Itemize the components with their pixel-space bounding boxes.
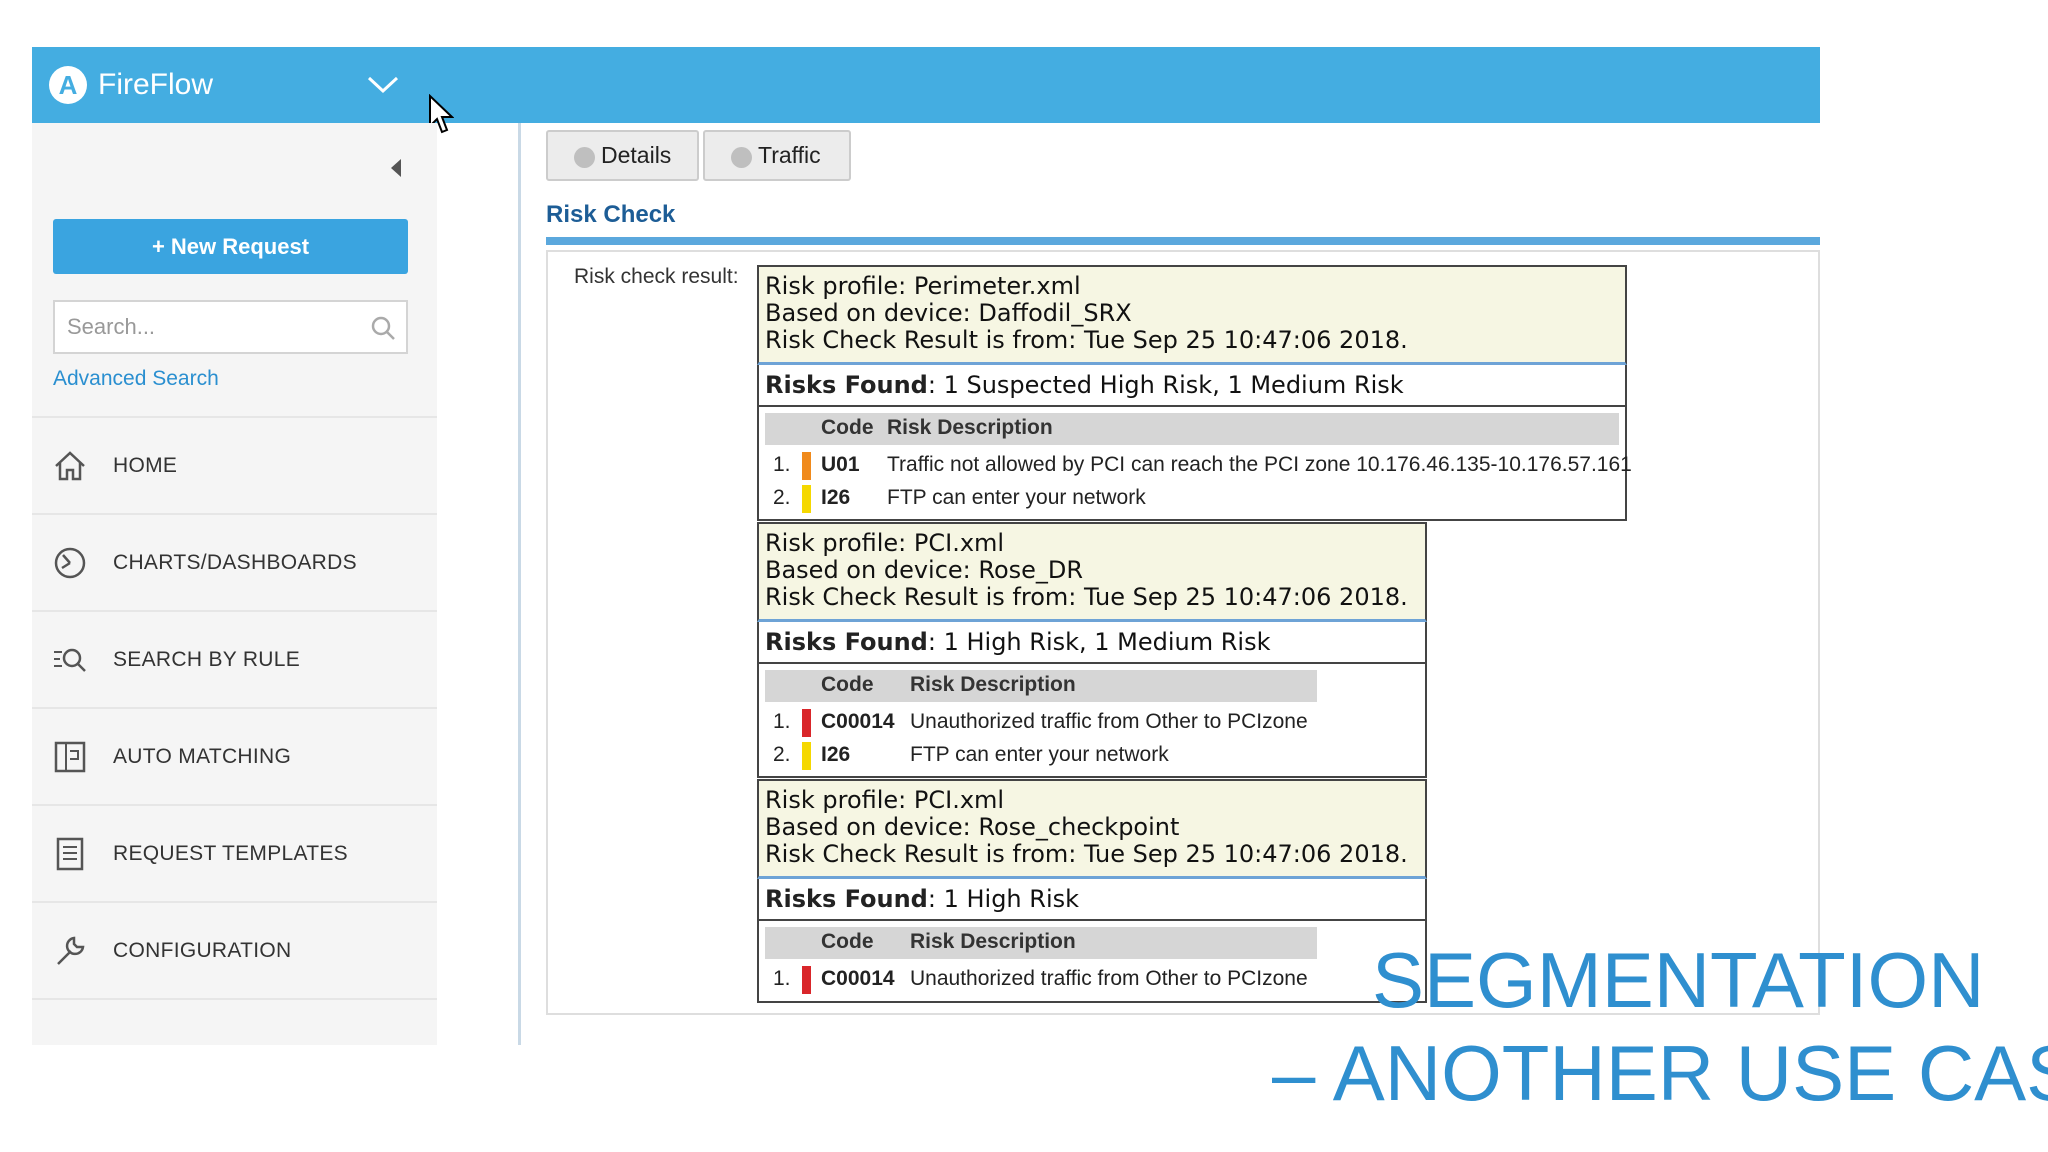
row-number: 1. [773,453,791,476]
home-icon [55,451,85,481]
tab-label: Details [601,142,672,168]
column-header-code: Code [821,673,874,696]
risks-found-label: Risks Found [765,885,928,913]
row-number: 2. [773,486,791,509]
row-number: 2. [773,743,791,766]
risk-code: U01 [821,453,860,476]
risk-description: FTP can enter your network [887,486,1146,509]
risk-table-header: Code Risk Description [765,670,1317,702]
risks-found-label: Risks Found [765,628,928,656]
wrench-icon [57,936,85,965]
device-name: Based on device: Rose_checkpoint [765,813,1180,841]
risk-description: Unauthorized traffic from Other to PCIzo… [910,710,1308,733]
risk-description: Unauthorized traffic from Other to PCIzo… [910,967,1308,990]
sidebar-item-configuration[interactable]: CONFIGURATION [32,901,437,998]
new-request-button[interactable]: + New Request [53,219,408,274]
risk-code: C00014 [821,967,895,990]
risk-profile-header: Risk profile: PCI.xml Based on device: R… [757,779,1427,879]
risks-found: Risks Found: 1 High Risk [757,879,1427,921]
sidebar-item-label: HOME [113,454,178,477]
row-number: 1. [773,967,791,990]
search-input[interactable]: Search... [53,300,408,354]
result-timestamp: Risk Check Result is from: Tue Sep 25 10… [765,326,1408,354]
risk-code: I26 [821,743,851,766]
sidebar-item-label: SEARCH BY RULE [113,648,301,671]
severity-indicator [802,966,811,994]
device-name: Based on device: Rose_DR [765,556,1084,584]
risk-table: Code Risk Description 1. C00014 Unauthor… [757,921,1427,1003]
severity-indicator [802,452,811,480]
sidebar-item-cutoff[interactable] [32,998,437,1045]
risk-table: Code Risk Description 1. U01 Traffic not… [757,407,1632,521]
sidebar: + New Request Search... Advanced Search … [32,123,437,1045]
sidebar-item-label: AUTO MATCHING [113,745,292,768]
risks-found-summary: : 1 High Risk, 1 Medium Risk [927,628,1271,656]
risk-block: Risk profile: PCI.xml Based on device: R… [757,522,1427,778]
chevron-down-icon[interactable] [363,65,403,105]
section-title: Risk Check [546,201,676,228]
sidebar-item-charts-dashboards[interactable]: CHARTS/DASHBOARDS [32,513,437,610]
tab-status-dot [731,147,752,168]
auto-matching-icon [54,741,86,773]
risk-profile: Risk profile: PCI.xml [765,786,1005,814]
risk-description: Traffic not allowed by PCI can reach the… [887,453,1632,476]
column-header-description: Risk Description [887,416,1053,439]
severity-indicator [802,742,811,770]
app-logo[interactable]: A [49,66,87,104]
app-title[interactable]: FireFlow [98,64,213,106]
risks-found-summary: : 1 High Risk [927,885,1080,913]
column-header-code: Code [821,416,874,439]
result-timestamp: Risk Check Result is from: Tue Sep 25 10… [765,583,1408,611]
top-bar: A FireFlow [32,47,1820,123]
search-icon[interactable] [370,315,396,341]
slide-caption-line-1: SEGMENTATION [1372,936,1985,1024]
severity-indicator [802,485,811,513]
tab-label: Traffic [758,142,821,168]
tab-details[interactable]: Details [546,130,699,181]
risk-block: Risk profile: Perimeter.xml Based on dev… [757,265,1632,521]
sidebar-item-request-templates[interactable]: REQUEST TEMPLATES [32,804,437,901]
tab-status-dot [574,147,595,168]
sidebar-nav: HOME CHARTS/DASHBOARDS SEARCH BY RULE AU… [32,416,437,1045]
device-name: Based on device: Daffodil_SRX [765,299,1132,327]
slide-caption-line-2: – ANOTHER USE CASE [1272,1029,2048,1117]
tab-traffic[interactable]: Traffic [703,130,851,181]
templates-icon [56,837,84,871]
dashboard-icon [54,547,86,579]
risk-code: C00014 [821,710,895,733]
risk-profile-header: Risk profile: PCI.xml Based on device: R… [757,522,1427,622]
sidebar-item-label: CHARTS/DASHBOARDS [113,551,357,574]
sidebar-item-label: REQUEST TEMPLATES [113,842,348,865]
risks-found: Risks Found: 1 Suspected High Risk, 1 Me… [757,365,1627,407]
sidebar-item-auto-matching[interactable]: AUTO MATCHING [32,707,437,804]
risks-found-summary: : 1 Suspected High Risk, 1 Medium Risk [927,371,1404,399]
risk-table-header: Code Risk Description [765,413,1619,445]
severity-indicator [802,709,811,737]
column-header-description: Risk Description [910,673,1076,696]
search-placeholder: Search... [67,314,156,339]
risk-profile: Risk profile: Perimeter.xml [765,272,1081,300]
risks-found: Risks Found: 1 High Risk, 1 Medium Risk [757,622,1427,664]
search-rule-icon [54,648,86,672]
risk-profile-header: Risk profile: Perimeter.xml Based on dev… [757,265,1627,365]
risk-profile: Risk profile: PCI.xml [765,529,1005,557]
risk-check-result-label: Risk check result: [574,265,739,288]
sidebar-item-search-by-rule[interactable]: SEARCH BY RULE [32,610,437,707]
advanced-search-link[interactable]: Advanced Search [53,367,219,391]
result-timestamp: Risk Check Result is from: Tue Sep 25 10… [765,840,1408,868]
row-number: 1. [773,710,791,733]
content-divider [518,123,521,1045]
sidebar-item-label: CONFIGURATION [113,939,292,962]
risk-block: Risk profile: PCI.xml Based on device: R… [757,779,1427,1003]
risks-found-label: Risks Found [765,371,928,399]
column-header-code: Code [821,930,874,953]
risk-description: FTP can enter your network [910,743,1169,766]
sidebar-item-home[interactable]: HOME [32,416,437,513]
risk-table: Code Risk Description 1. C00014 Unauthor… [757,664,1427,778]
risk-table-header: Code Risk Description [765,927,1317,959]
column-header-description: Risk Description [910,930,1076,953]
collapse-sidebar-icon[interactable] [391,159,401,177]
risk-code: I26 [821,486,851,509]
section-divider [546,237,1820,245]
